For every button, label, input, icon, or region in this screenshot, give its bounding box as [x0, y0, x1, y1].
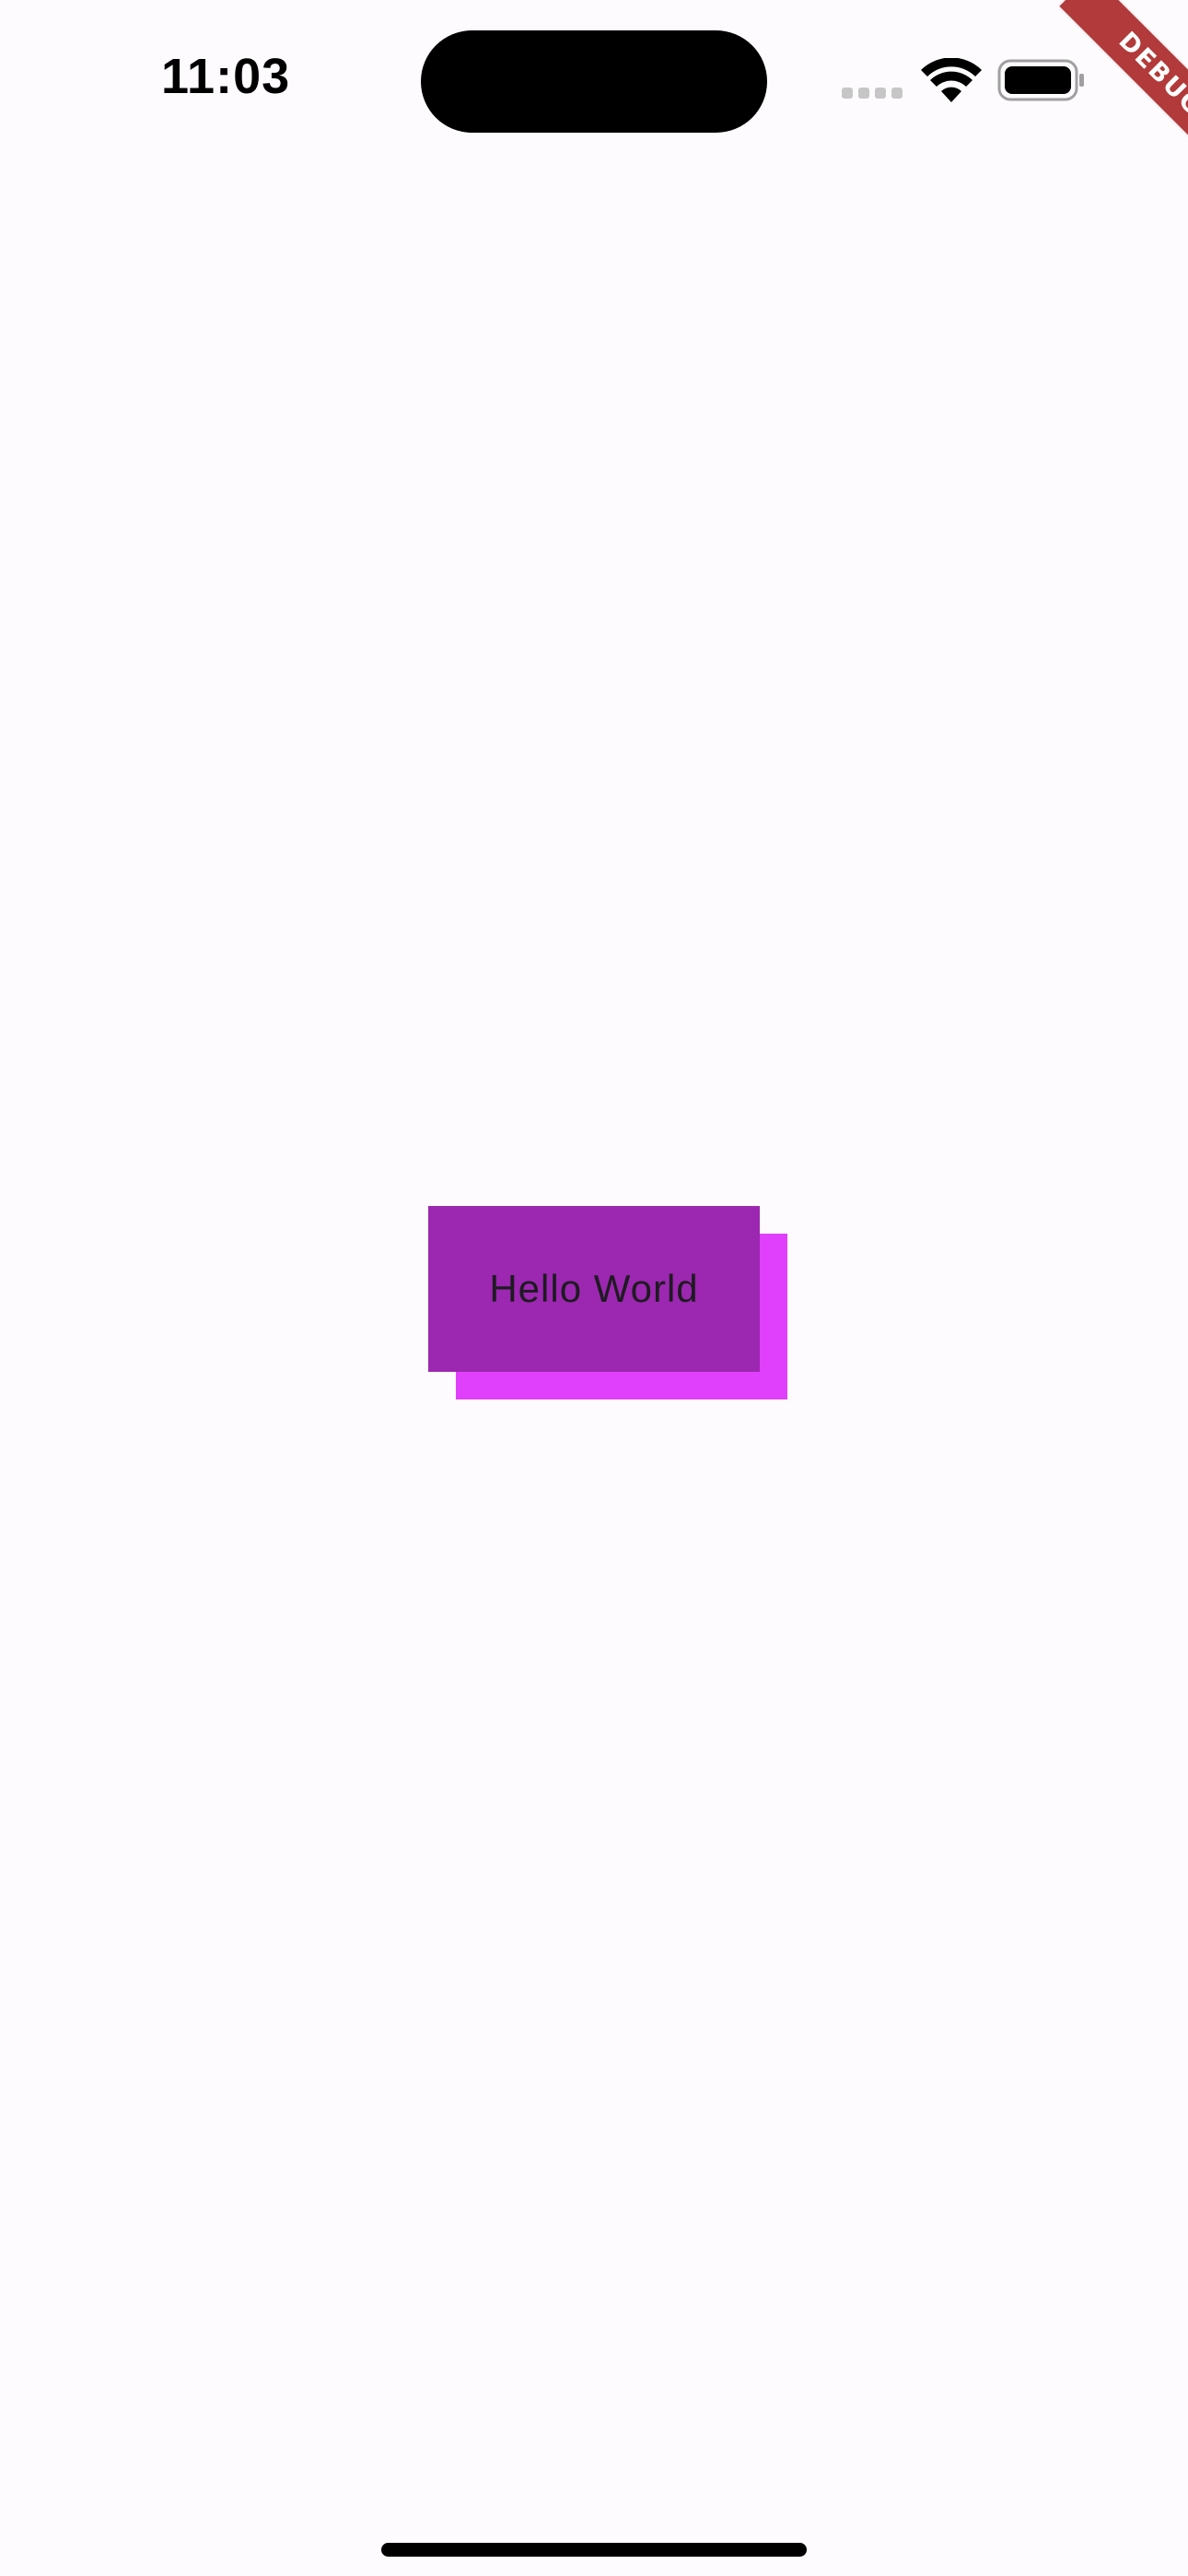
app-screen: 11:03 DEBUG Hello World — [0, 0, 1188, 2576]
hello-world-text: Hello World — [489, 1267, 699, 1310]
debug-banner: DEBUG — [1013, 0, 1188, 175]
debug-banner-label: DEBUG — [1059, 0, 1188, 175]
stacked-boxes: Hello World — [428, 1206, 787, 1399]
hello-box: Hello World — [428, 1206, 760, 1372]
home-indicator[interactable] — [381, 2543, 807, 2557]
dynamic-island — [421, 30, 767, 133]
cellular-signal-icon — [842, 88, 904, 99]
status-bar-time: 11:03 — [161, 49, 291, 104]
wifi-icon — [921, 58, 982, 102]
